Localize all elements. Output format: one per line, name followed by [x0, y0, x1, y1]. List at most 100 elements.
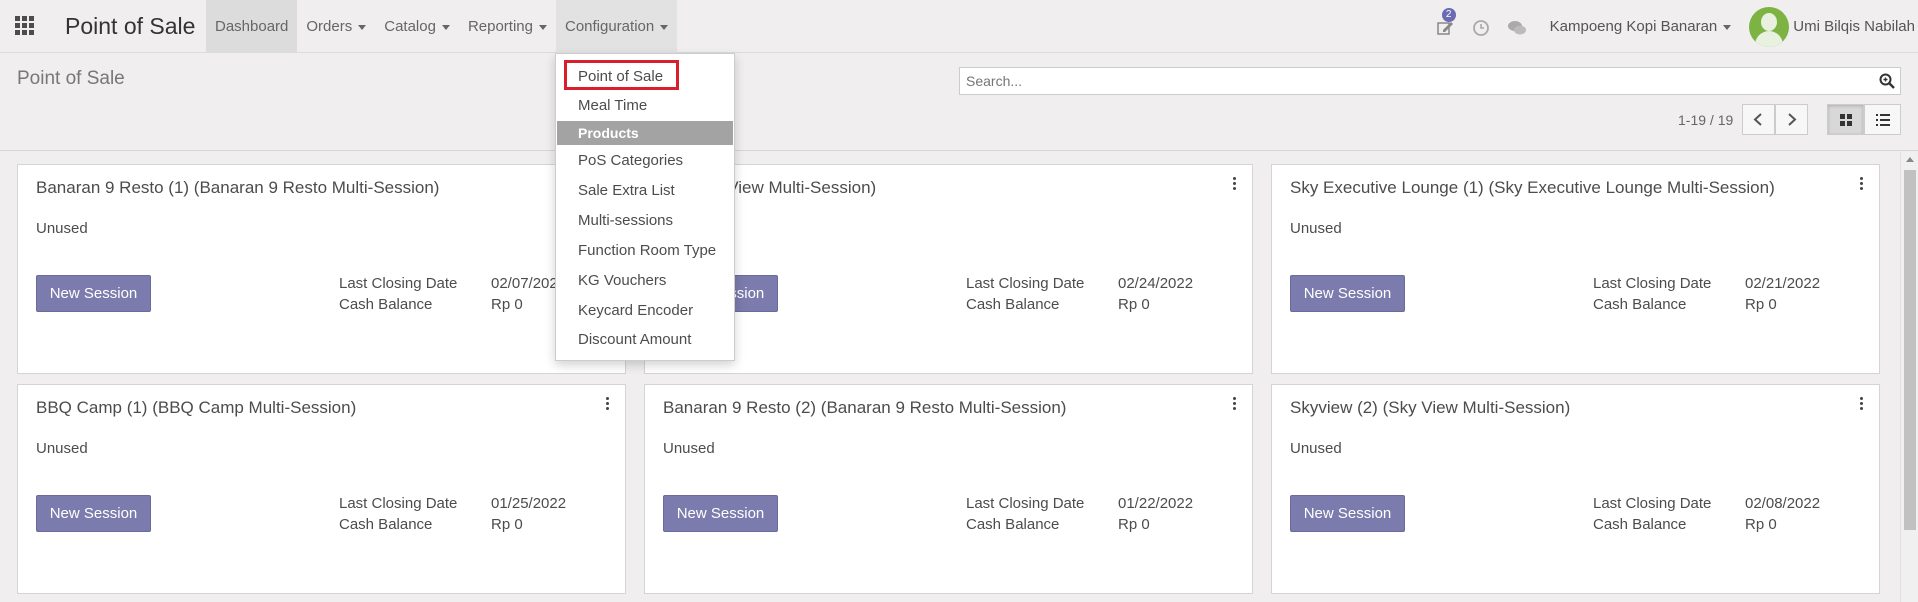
last-closing-value: 02/08/2022 — [1745, 495, 1821, 512]
dropdown-item-multi-sessions[interactable]: Multi-sessions — [556, 208, 734, 234]
last-closing-value: 02/21/2022 — [1745, 275, 1821, 292]
menu-reporting[interactable]: Reporting — [459, 0, 556, 53]
new-session-button[interactable]: New Session — [663, 495, 778, 532]
highlight-box — [564, 60, 679, 90]
cash-balance-value: Rp 0 — [1118, 516, 1150, 533]
kanban-view-button[interactable] — [1827, 104, 1864, 135]
search-box — [959, 67, 1901, 95]
cash-balance-label: Cash Balance — [339, 296, 433, 313]
pager-previous-button[interactable] — [1742, 104, 1775, 135]
last-closing-label: Last Closing Date — [1593, 495, 1712, 512]
cash-balance-value: Rp 0 — [1745, 516, 1777, 533]
pos-card[interactable]: Banaran 9 Resto (1) (Banaran 9 Resto Mul… — [17, 164, 626, 374]
pos-card[interactable]: (1) (Sky View Multi-Session) New Session… — [644, 164, 1253, 374]
dropdown-item-kg-vouchers[interactable]: KG Vouchers — [556, 268, 734, 294]
card-menu-icon[interactable] — [1232, 177, 1238, 191]
pos-card[interactable]: Skyview (2) (Sky View Multi-Session) Unu… — [1271, 384, 1880, 594]
new-session-button[interactable]: New Session — [36, 495, 151, 532]
vertical-scrollbar[interactable] — [1900, 152, 1918, 602]
activity-edit-icon[interactable]: 2 — [1434, 7, 1456, 38]
activity-badge: 2 — [1441, 7, 1456, 22]
chevron-left-icon — [1753, 113, 1762, 126]
card-status: Unused — [36, 440, 88, 457]
card-menu-icon[interactable] — [1859, 397, 1865, 411]
menu-configuration[interactable]: Configuration — [555, 0, 678, 53]
new-session-button[interactable]: New Session — [1290, 495, 1405, 532]
dropdown-item-keycard-encoder[interactable]: Keycard Encoder — [556, 298, 734, 324]
cash-balance-value: Rp 0 — [1745, 296, 1777, 313]
new-session-button[interactable]: New Session — [1290, 275, 1405, 312]
menu-orders-label: Orders — [306, 18, 353, 35]
card-menu-icon[interactable] — [1232, 397, 1238, 411]
company-name: Kampoeng Kopi Banaran — [1549, 18, 1718, 35]
last-closing-label: Last Closing Date — [966, 495, 1085, 512]
card-menu-icon[interactable] — [605, 397, 611, 411]
caret-down-icon — [660, 24, 669, 30]
card-status: Unused — [1290, 220, 1342, 237]
clock-icon[interactable] — [1470, 16, 1492, 38]
card-status: Unused — [663, 440, 715, 457]
dropdown-item-sale-extra-list[interactable]: Sale Extra List — [556, 178, 734, 204]
main-menu: Dashboard Orders Catalog Reporting Confi… — [206, 0, 678, 53]
card-status: Unused — [36, 220, 88, 237]
cash-balance-value: Rp 0 — [1118, 296, 1150, 313]
company-switcher[interactable]: Kampoeng Kopi Banaran — [1550, 18, 1732, 35]
menu-configuration-label: Configuration — [564, 18, 655, 35]
scroll-up-arrow-icon[interactable] — [1906, 157, 1914, 162]
card-title: BBQ Camp (1) (BBQ Camp Multi-Session) — [36, 398, 357, 417]
dropdown-item-function-room-type[interactable]: Function Room Type — [556, 238, 734, 264]
scrollbar-thumb[interactable] — [1904, 170, 1916, 530]
menu-catalog-label: Catalog — [384, 18, 436, 35]
apps-grid-icon[interactable] — [15, 16, 35, 36]
cash-balance-label: Cash Balance — [966, 296, 1060, 313]
card-title: Banaran 9 Resto (1) (Banaran 9 Resto Mul… — [36, 178, 440, 197]
menu-dashboard-label: Dashboard — [215, 18, 289, 35]
last-closing-label: Last Closing Date — [339, 495, 458, 512]
top-navbar: Point of Sale Dashboard Orders Catalog R… — [0, 0, 1918, 53]
user-name[interactable]: Umi Bilqis Nabilah — [1793, 18, 1915, 35]
dropdown-section-products: Products — [557, 121, 733, 145]
card-title: Banaran 9 Resto (2) (Banaran 9 Resto Mul… — [663, 398, 1067, 417]
caret-down-icon — [538, 24, 547, 30]
dropdown-item-discount-amount[interactable]: Discount Amount — [556, 327, 734, 353]
pager-next-button[interactable] — [1775, 104, 1808, 135]
pager-value[interactable]: 1-19 / 19 — [1678, 105, 1733, 135]
cash-balance-label: Cash Balance — [1593, 516, 1687, 533]
menu-dashboard[interactable]: Dashboard — [206, 0, 298, 53]
pos-card[interactable]: BBQ Camp (1) (BBQ Camp Multi-Session) Un… — [17, 384, 626, 594]
search-icon[interactable] — [1879, 73, 1895, 89]
menu-orders[interactable]: Orders — [297, 0, 375, 53]
user-avatar[interactable] — [1749, 6, 1790, 47]
list-view-icon — [1876, 114, 1890, 126]
new-session-button[interactable]: New Session — [36, 275, 151, 312]
chevron-right-icon — [1788, 113, 1797, 126]
configuration-dropdown: Point of Sale Meal Time Products PoS Cat… — [555, 53, 735, 361]
pos-card[interactable]: Sky Executive Lounge (1) (Sky Executive … — [1271, 164, 1880, 374]
search-input[interactable] — [960, 68, 1860, 94]
cash-balance-value: Rp 0 — [491, 296, 523, 313]
caret-down-icon — [441, 24, 450, 30]
pos-card[interactable]: Banaran 9 Resto (2) (Banaran 9 Resto Mul… — [644, 384, 1253, 594]
kanban-view-icon — [1840, 114, 1852, 126]
list-view-button[interactable] — [1864, 104, 1901, 135]
control-panel: Point of Sale 1-19 / 19 — [0, 53, 1918, 151]
kanban-view: Banaran 9 Resto (1) (Banaran 9 Resto Mul… — [0, 152, 1900, 602]
chat-icon[interactable] — [1506, 16, 1528, 38]
dropdown-item-pos-categories[interactable]: PoS Categories — [556, 148, 734, 174]
last-closing-value: 02/24/2022 — [1118, 275, 1194, 292]
card-menu-icon[interactable] — [1859, 177, 1865, 191]
cash-balance-value: Rp 0 — [491, 516, 523, 533]
last-closing-label: Last Closing Date — [1593, 275, 1712, 292]
dropdown-item-meal-time[interactable]: Meal Time — [556, 93, 734, 119]
card-title: Skyview (2) (Sky View Multi-Session) — [1290, 398, 1571, 417]
cash-balance-label: Cash Balance — [966, 516, 1060, 533]
card-title: Sky Executive Lounge (1) (Sky Executive … — [1290, 178, 1775, 197]
last-closing-label: Last Closing Date — [966, 275, 1085, 292]
card-status: Unused — [1290, 440, 1342, 457]
caret-down-icon — [358, 24, 367, 30]
app-brand: Point of Sale — [65, 13, 196, 39]
page-title: Point of Sale — [17, 68, 125, 89]
cash-balance-label: Cash Balance — [339, 516, 433, 533]
cash-balance-label: Cash Balance — [1593, 296, 1687, 313]
menu-catalog[interactable]: Catalog — [375, 0, 459, 53]
